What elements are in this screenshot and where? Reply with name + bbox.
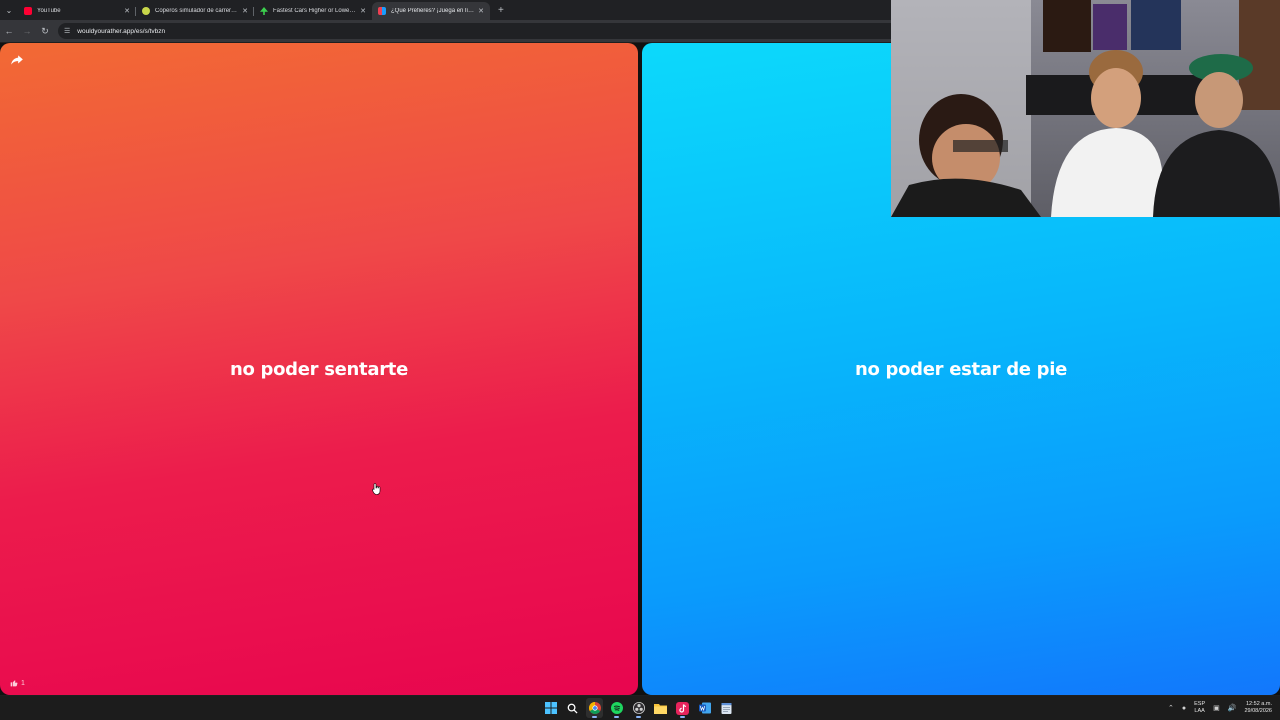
tab-fastest-cars[interactable]: Fastest Cars Higher or Lower Game ✕ [253, 2, 372, 20]
chrome-icon[interactable] [586, 698, 603, 718]
spotify-icon[interactable] [608, 698, 625, 718]
close-tab-icon[interactable]: ✕ [360, 7, 366, 15]
tiktok-icon[interactable] [674, 698, 691, 718]
clock-date: 29/08/2026 [1244, 708, 1272, 714]
youtube-favicon-icon [24, 7, 32, 15]
option-a-card[interactable]: no poder sentarte 1 [0, 43, 638, 695]
network-icon[interactable]: ▣ [1213, 704, 1220, 712]
tab-title: Fastest Cars Higher or Lower Game [273, 8, 356, 14]
volume-icon[interactable]: 🔊 [1228, 704, 1237, 712]
chevron-up-icon[interactable]: ⌃ [1168, 704, 1174, 712]
system-tray: ⌃ ● ESP LAA ▣ 🔊 12:52 a.m. 29/08/2026 [1168, 696, 1272, 720]
back-icon[interactable]: ← [0, 20, 18, 42]
search-icon[interactable] [564, 698, 581, 718]
fastest-cars-favicon-icon [260, 7, 268, 15]
new-tab-button[interactable]: + [498, 5, 504, 16]
webcam-overlay [891, 0, 1280, 217]
forward-icon[interactable]: → [18, 20, 36, 42]
tab-title: YouTube [37, 8, 61, 14]
close-tab-icon[interactable]: ✕ [242, 7, 248, 15]
microphone-icon[interactable]: ● [1182, 705, 1186, 712]
hand-cursor-icon [372, 483, 381, 495]
address-bar[interactable]: ☰ wouldyourather.app/es/s/tvbzn [58, 23, 918, 39]
thumbs-up-icon [10, 680, 18, 687]
tab-coperos[interactable]: Coperos simulador de carrera líder ✕ [135, 2, 254, 20]
option-b-text: no poder estar de pie [854, 358, 1068, 380]
language-indicator[interactable]: ESP LAA [1194, 701, 1205, 715]
taskbar: ⌃ ● ESP LAA ▣ 🔊 12:52 a.m. 29/08/2026 [0, 696, 1280, 720]
file-explorer-icon[interactable] [652, 698, 669, 718]
windows-start-icon[interactable] [542, 698, 559, 718]
language-code: ESP [1194, 701, 1206, 707]
taskbar-apps [542, 696, 735, 720]
webcam-feed-image [891, 0, 1280, 217]
share-icon[interactable] [10, 53, 24, 67]
tab-youtube[interactable]: YouTube ✕ [18, 2, 136, 20]
url-text: wouldyourather.app/es/s/tvbzn [77, 27, 166, 35]
obs-icon[interactable] [630, 698, 647, 718]
tab-would-you-rather[interactable]: ¿Qué Prefieres? ¡Juega en línea! ✕ [372, 2, 490, 20]
likes-count: 1 [21, 679, 25, 687]
site-info-icon[interactable]: ☰ [64, 27, 70, 35]
reload-icon[interactable]: ↻ [36, 20, 54, 42]
close-tab-icon[interactable]: ✕ [124, 7, 130, 15]
likes-counter[interactable]: 1 [10, 679, 25, 687]
word-icon[interactable] [696, 698, 713, 718]
would-you-rather-favicon-icon [378, 7, 386, 15]
tab-title: Coperos simulador de carrera líder [155, 8, 238, 14]
clock-time: 12:52 a.m. [1246, 701, 1272, 707]
close-tab-icon[interactable]: ✕ [478, 7, 484, 15]
tab-title: ¿Qué Prefieres? ¡Juega en línea! [391, 8, 475, 14]
coperos-favicon-icon [142, 7, 150, 15]
tab-search-button[interactable]: ⌄ [0, 0, 18, 20]
notepad-icon[interactable] [718, 698, 735, 718]
clock[interactable]: 12:52 a.m. 29/08/2026 [1244, 701, 1272, 715]
option-a-text: no poder sentarte [229, 358, 408, 380]
language-layout: LAA [1194, 708, 1205, 714]
